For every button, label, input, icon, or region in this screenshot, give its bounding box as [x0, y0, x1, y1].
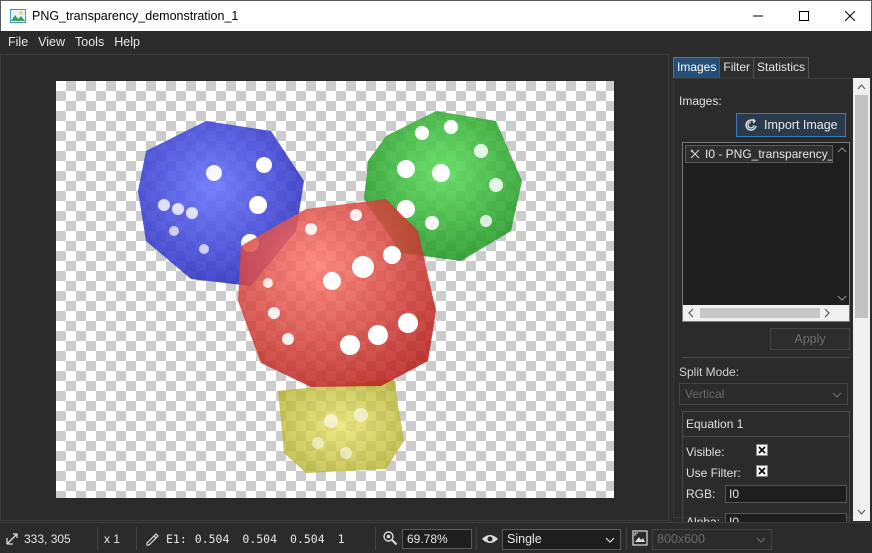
menu-help[interactable]: Help: [109, 35, 145, 49]
image-list-item[interactable]: I0 - PNG_transparency_demonstration_1: [685, 145, 833, 163]
status-divider: [626, 527, 627, 550]
image-size-icon: [632, 530, 648, 546]
split-mode-label: Split Mode:: [679, 365, 740, 379]
use-filter-checkbox[interactable]: [756, 465, 768, 477]
title-bar: PNG_transparency_demonstration_1: [0, 0, 872, 31]
scroll-down-icon[interactable]: [853, 505, 870, 519]
import-icon: [745, 118, 757, 131]
resolution-value: 800x600: [657, 532, 705, 546]
status-divider: [476, 527, 477, 550]
images-tab-body: Images: Import Image I0 - PNG_transparen…: [673, 78, 855, 541]
zoom-input[interactable]: 69.78%: [402, 529, 472, 549]
maximize-button[interactable]: [781, 1, 827, 31]
status-divider: [136, 527, 137, 550]
image-canvas[interactable]: [56, 81, 614, 498]
split-mode-value: Vertical: [685, 387, 725, 401]
window-title: PNG_transparency_demonstration_1: [32, 9, 239, 23]
checkbox-check-icon: [758, 467, 766, 475]
list-horizontal-thumb[interactable]: [700, 308, 820, 318]
split-mode-select[interactable]: Vertical: [679, 383, 848, 405]
visible-label: Visible:: [686, 445, 725, 459]
divider: [682, 357, 850, 358]
list-horizontal-scrollbar[interactable]: [683, 305, 849, 321]
chevron-down-icon: [605, 537, 615, 543]
tab-images[interactable]: Images: [673, 57, 721, 78]
pixel-value-r: 0.504: [194, 531, 230, 546]
visible-checkbox[interactable]: [756, 444, 768, 456]
checkbox-check-icon: [758, 446, 766, 454]
menu-file[interactable]: File: [3, 35, 33, 49]
use-filter-label: Use Filter:: [686, 466, 741, 480]
remove-image-icon[interactable]: [690, 149, 700, 159]
chevron-down-icon: [832, 392, 842, 398]
dice-image: [138, 111, 522, 473]
menu-view[interactable]: View: [33, 35, 70, 49]
tab-filter[interactable]: Filter: [719, 57, 755, 78]
resolution-select: 800x600: [652, 529, 772, 550]
pixel-label: E1:: [166, 531, 187, 546]
panel-vertical-scrollbar[interactable]: [853, 78, 870, 521]
status-divider: [375, 527, 376, 550]
rgb-label: RGB:: [686, 487, 716, 501]
close-button[interactable]: [827, 1, 872, 31]
image-list-item-label: I0 - PNG_transparency_demonstration_1: [705, 147, 832, 161]
status-divider: [97, 527, 98, 550]
tab-statistics[interactable]: Statistics: [753, 57, 810, 78]
yellow-die: [278, 379, 404, 473]
pixel-value-b: 0.504: [290, 531, 325, 546]
scroll-up-icon[interactable]: [835, 145, 849, 155]
close-icon: [845, 11, 855, 21]
import-image-label: Import Image: [764, 118, 838, 132]
view-mode-select[interactable]: Single: [502, 529, 621, 550]
menu-tools[interactable]: Tools: [70, 35, 109, 49]
minimize-button[interactable]: [735, 1, 781, 31]
scroll-up-icon[interactable]: [853, 80, 870, 94]
minimize-icon: [753, 15, 763, 17]
images-label: Images:: [679, 94, 722, 108]
scroll-right-icon[interactable]: [821, 305, 833, 321]
pixel-value-g: 0.504: [242, 531, 278, 546]
image-viewer[interactable]: [0, 54, 669, 521]
pixel-value-readout: E1: 0.504 0.504 0.504 1: [145, 523, 345, 553]
equation-title: Equation 1: [686, 417, 744, 431]
image-list[interactable]: I0 - PNG_transparency_demonstration_1: [682, 142, 850, 322]
zoom-icon: [383, 531, 398, 546]
list-vertical-scrollbar[interactable]: [835, 143, 849, 305]
side-panel: Images Filter Statistics Images: Import …: [670, 54, 872, 541]
equation-divider: [683, 436, 849, 437]
app-image-icon: [10, 9, 26, 23]
color-picker-icon: [146, 532, 159, 546]
status-bar: 333, 305 x 1 E1: 0.504 0.504 0.504 1 69.…: [0, 522, 872, 553]
eye-icon: [482, 535, 498, 543]
panel-tabs: Images Filter Statistics: [673, 57, 810, 78]
apply-button[interactable]: Apply: [770, 328, 850, 350]
chevron-down-icon: [756, 537, 766, 543]
menu-bar: File View Tools Help: [0, 31, 872, 53]
scroll-down-icon[interactable]: [835, 293, 849, 303]
maximize-icon: [799, 11, 809, 21]
view-mode-value: Single: [507, 532, 542, 546]
scroll-left-icon[interactable]: [685, 305, 697, 321]
zoom-factor: x 1: [104, 531, 121, 546]
pixel-value-a: 1: [337, 531, 345, 546]
panel-scroll-thumb[interactable]: [855, 95, 868, 318]
import-image-button[interactable]: Import Image: [736, 113, 846, 137]
cursor-position-value: 333, 305: [24, 531, 71, 546]
rgb-field[interactable]: I0: [725, 485, 847, 503]
cursor-position: 333, 305: [4, 523, 71, 553]
cursor-position-icon: [6, 532, 18, 545]
